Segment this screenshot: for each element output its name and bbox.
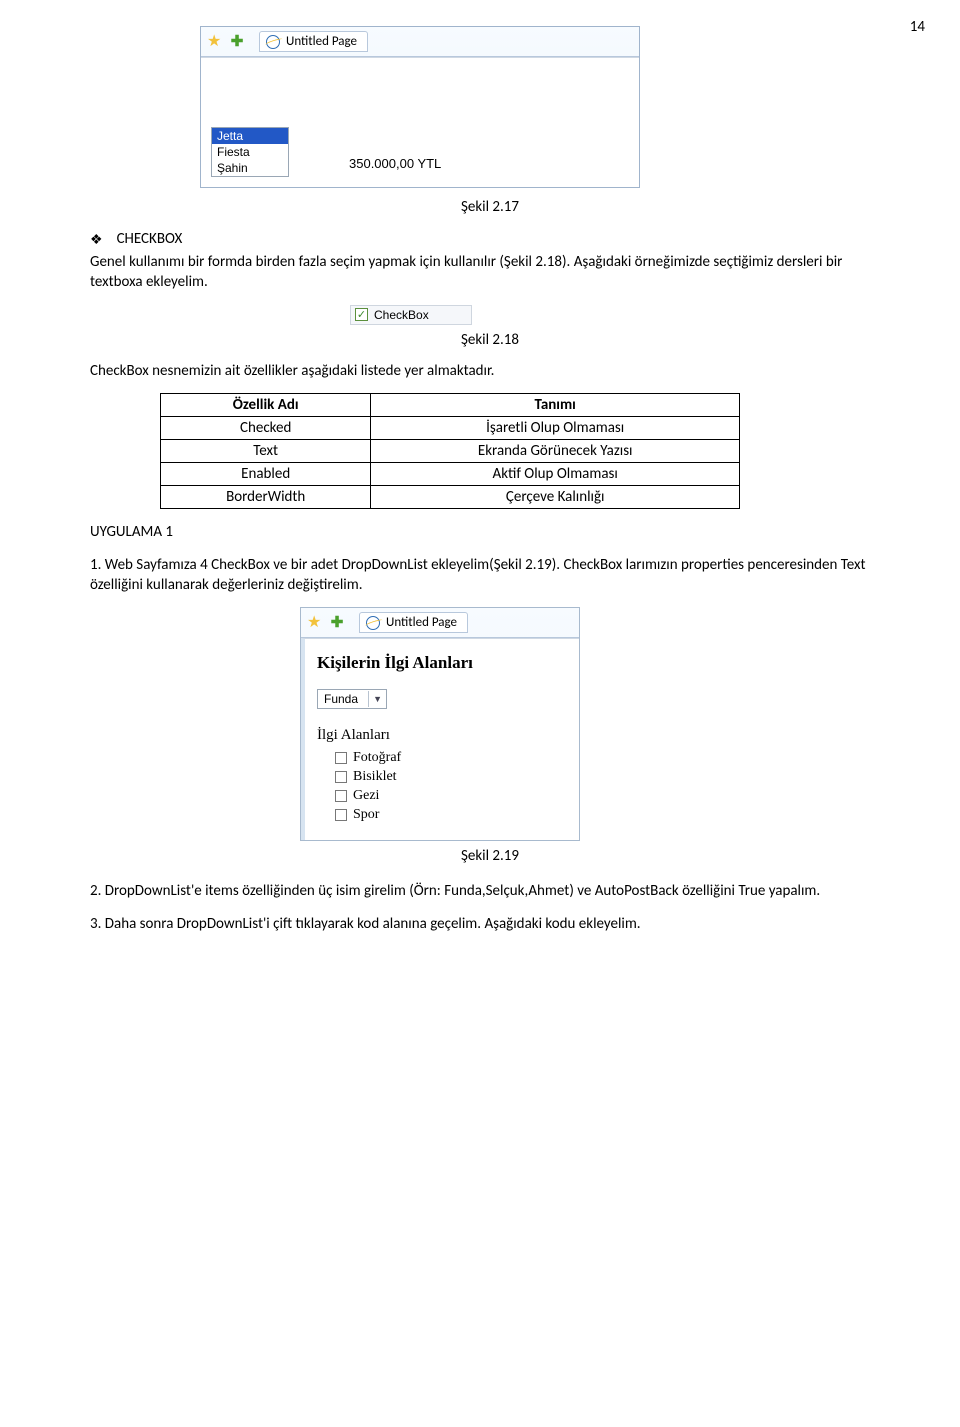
add-favorite-icon[interactable]: ✚	[229, 34, 245, 50]
browser-tab[interactable]: Untitled Page	[359, 612, 468, 633]
checkbox-heading-text: CHECKBOX	[117, 230, 183, 248]
browser-body: Kişilerin İlgi Alanları Funda ▼ İlgi Ala…	[301, 638, 579, 840]
interest-option[interactable]: Gezi	[335, 788, 567, 804]
interest-option[interactable]: Bisiklet	[335, 769, 567, 785]
table-cell: Aktif Olup Olmaması	[371, 462, 740, 485]
table-cell: İşaretli Olup Olmaması	[371, 416, 740, 439]
table-cell: Text	[161, 439, 371, 462]
interest-label: Gezi	[353, 788, 379, 804]
ie-icon	[366, 616, 380, 630]
checkbox-empty-icon[interactable]	[335, 771, 347, 783]
table-row: Checked İşaretli Olup Olmaması	[161, 416, 740, 439]
table-header-cell: Tanımı	[371, 393, 740, 416]
interests-heading: İlgi Alanları	[317, 727, 567, 744]
step-3-text: 3. Daha sonra DropDownList'i çift tıklay…	[90, 914, 890, 934]
favorites-star-icon[interactable]: ★	[207, 34, 223, 50]
tab-title: Untitled Page	[386, 615, 457, 630]
page-number: 14	[910, 18, 925, 36]
table-row: Text Ekranda Görünecek Yazısı	[161, 439, 740, 462]
interest-label: Bisiklet	[353, 769, 397, 785]
people-dropdown[interactable]: Funda ▼	[317, 689, 387, 709]
table-cell: Ekranda Görünecek Yazısı	[371, 439, 740, 462]
figure-2-17-caption: Şekil 2.17	[90, 198, 890, 216]
figure-2-19-caption: Şekil 2.19	[90, 847, 890, 865]
paragraph-checkbox-props: CheckBox nesnemizin ait özellikler aşağı…	[90, 361, 890, 381]
price-label: 350.000,00 YTL	[349, 156, 441, 177]
checkbox-control-example: ✓ CheckBox	[350, 305, 472, 325]
interest-label: Spor	[353, 807, 379, 823]
list-item[interactable]: Jetta	[212, 128, 288, 144]
chevron-down-icon[interactable]: ▼	[368, 691, 386, 707]
interest-option[interactable]: Fotoğraf	[335, 750, 567, 766]
interest-label: Fotoğraf	[353, 750, 401, 766]
list-item[interactable]: Şahin	[212, 160, 288, 176]
table-cell: Çerçeve Kalınlığı	[371, 485, 740, 508]
tab-title: Untitled Page	[286, 34, 357, 49]
uygulama-heading: UYGULAMA 1	[90, 523, 890, 541]
properties-table: Özellik Adı Tanımı Checked İşaretli Olup…	[160, 393, 740, 509]
figure-2-17-browser: ★ ✚ Untitled Page Jetta Fiesta Şahin 350…	[200, 26, 640, 188]
favorites-star-icon[interactable]: ★	[307, 615, 323, 631]
diamond-bullet-icon: ❖	[90, 231, 103, 248]
figure-2-19-browser: ★ ✚ Untitled Page Kişilerin İlgi Alanlar…	[300, 607, 580, 841]
checkbox-label-text: CheckBox	[374, 308, 429, 322]
add-favorite-icon[interactable]: ✚	[329, 615, 345, 631]
table-cell: BorderWidth	[161, 485, 371, 508]
table-row: Özellik Adı Tanımı	[161, 393, 740, 416]
table-cell: Enabled	[161, 462, 371, 485]
list-item[interactable]: Fiesta	[212, 144, 288, 160]
interest-option[interactable]: Spor	[335, 807, 567, 823]
checkbox-checked-icon[interactable]: ✓	[355, 308, 368, 321]
checkbox-empty-icon[interactable]	[335, 809, 347, 821]
figure-2-18-caption: Şekil 2.18	[90, 331, 890, 349]
step-2-text: 2. DropDownList'e items özelliğinden üç …	[90, 881, 890, 901]
checkbox-heading: ❖ CHECKBOX	[90, 230, 890, 248]
checkbox-empty-icon[interactable]	[335, 752, 347, 764]
table-cell: Checked	[161, 416, 371, 439]
checkbox-empty-icon[interactable]	[335, 790, 347, 802]
table-header-cell: Özellik Adı	[161, 393, 371, 416]
ie-icon	[266, 35, 280, 49]
page-title: Kişilerin İlgi Alanları	[317, 653, 567, 673]
paragraph-checkbox-intro: Genel kullanımı bir formda birden fazla …	[90, 252, 890, 293]
browser-toolbar: ★ ✚ Untitled Page	[201, 27, 639, 57]
browser-tab[interactable]: Untitled Page	[259, 31, 368, 52]
car-listbox[interactable]: Jetta Fiesta Şahin	[211, 127, 289, 177]
browser-toolbar: ★ ✚ Untitled Page	[301, 608, 579, 638]
dropdown-selected-text: Funda	[324, 692, 358, 706]
step-1-text: 1. Web Sayfamıza 4 CheckBox ve bir adet …	[90, 555, 890, 596]
table-row: Enabled Aktif Olup Olmaması	[161, 462, 740, 485]
table-row: BorderWidth Çerçeve Kalınlığı	[161, 485, 740, 508]
browser-body: Jetta Fiesta Şahin 350.000,00 YTL	[201, 57, 639, 187]
